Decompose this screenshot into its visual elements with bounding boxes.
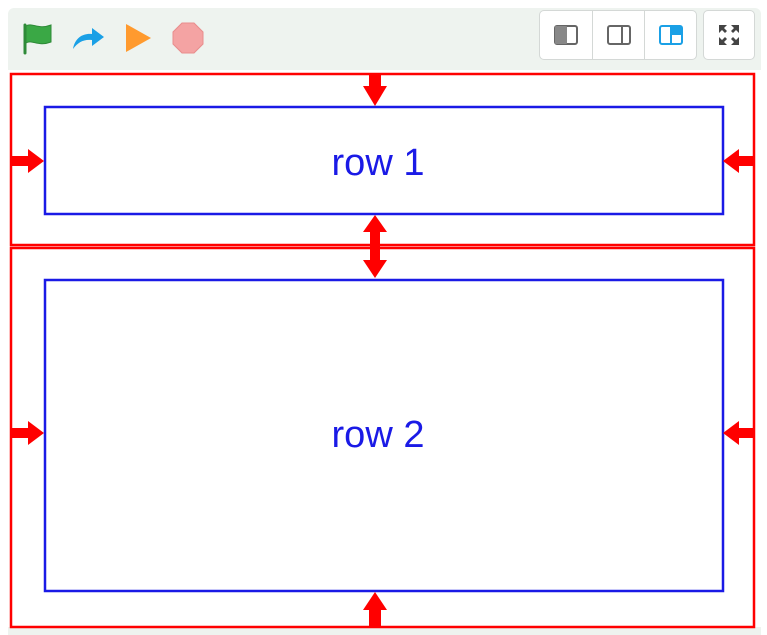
row-1-label: row 1 — [332, 142, 425, 184]
step-button[interactable] — [68, 18, 108, 58]
layout-right-panel-button[interactable] — [592, 11, 644, 59]
layout-top-left-panel-button[interactable] — [644, 11, 696, 59]
row-2-label: row 2 — [332, 414, 425, 456]
green-flag-icon — [23, 23, 52, 55]
run-controls — [18, 18, 208, 58]
play-icon — [126, 24, 151, 52]
step-icon — [73, 28, 104, 49]
stage: row 1 row 2 — [8, 70, 761, 635]
layout-switcher — [539, 10, 697, 60]
stop-button[interactable] — [168, 18, 208, 58]
fullscreen-icon — [719, 25, 739, 45]
layout-top-left-panel-icon — [658, 25, 683, 45]
fullscreen-button[interactable] — [703, 10, 755, 60]
green-flag-button[interactable] — [18, 18, 58, 58]
layout-diagram: row 1 row 2 — [8, 70, 761, 629]
layout-controls — [539, 10, 755, 60]
play-button[interactable] — [118, 18, 158, 58]
toolbar — [8, 8, 761, 70]
layout-left-panel-icon — [554, 25, 578, 45]
stop-icon — [172, 22, 204, 54]
layout-left-panel-button[interactable] — [540, 11, 592, 59]
layout-right-panel-icon — [606, 25, 631, 45]
